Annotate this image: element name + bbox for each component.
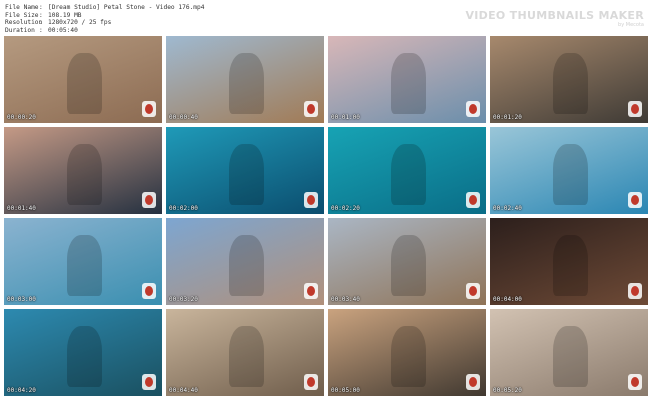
brand-title: VIDEO THUMBNAILS MAKER [465, 9, 644, 22]
thumbnail-timestamp: 00:03:20 [169, 296, 198, 303]
studio-logo-icon [628, 374, 642, 390]
file-info: File Name: [Dream Studio] Petal Stone - V… [5, 4, 204, 34]
thumbnail-frame[interactable]: 00:04:40 [166, 309, 324, 396]
scene-shape [553, 326, 588, 388]
thumbnail-timestamp: 00:04:40 [169, 387, 198, 394]
studio-logo-icon [142, 374, 156, 390]
thumbnail-timestamp: 00:00:40 [169, 114, 198, 121]
scene-shape [229, 53, 264, 115]
thumbnail-frame[interactable]: 00:01:40 [4, 127, 162, 214]
thumbnail-frame[interactable]: 00:05:00 [328, 309, 486, 396]
scene-shape [391, 326, 426, 388]
resolution-row: Resolution:1280x720 / 25 fps [5, 19, 112, 27]
scene-shape [229, 235, 264, 297]
studio-logo-icon [628, 101, 642, 117]
scene-shape [67, 326, 102, 388]
thumbnail-frame[interactable]: 00:04:00 [490, 218, 648, 305]
file-name-row: File Name: [Dream Studio] Petal Stone - V… [5, 4, 205, 11]
thumbnail-frame[interactable]: 00:04:20 [4, 309, 162, 396]
thumbnail-grid: 00:00:20 00:00:40 00:01:00 00:01:20 00:01:40… [4, 36, 648, 396]
brand-watermark: VIDEO THUMBNAILS MAKER by Mecota [465, 9, 644, 28]
scene-shape [391, 144, 426, 206]
studio-logo-icon [304, 101, 318, 117]
thumbnail-timestamp: 00:02:00 [169, 205, 198, 212]
studio-logo-icon [466, 283, 480, 299]
studio-logo-icon [628, 283, 642, 299]
brand-subtitle: by Mecota [618, 22, 644, 28]
scene-shape [229, 144, 264, 206]
file-size-value: 108.19 MB [48, 11, 82, 19]
scene-shape [391, 53, 426, 115]
duration-value: 00:05:40 [48, 26, 78, 34]
resolution-label: Resolution [5, 19, 43, 27]
thumbnail-frame[interactable]: 00:03:20 [166, 218, 324, 305]
studio-logo-icon [142, 283, 156, 299]
thumbnail-frame[interactable]: 00:02:40 [490, 127, 648, 214]
scene-shape [67, 144, 102, 206]
thumbnail-timestamp: 00:03:40 [331, 296, 360, 303]
file-name-label: File Name [5, 4, 39, 11]
thumbnail-frame[interactable]: 00:00:20 [4, 36, 162, 123]
thumbnail-timestamp: 00:01:20 [493, 114, 522, 121]
scene-shape [391, 235, 426, 297]
studio-logo-icon [304, 374, 318, 390]
thumbnail-timestamp: 00:04:00 [493, 296, 522, 303]
file-size-row: File Size:108.19 MB [5, 11, 82, 19]
studio-logo-icon [466, 101, 480, 117]
thumbnail-timestamp: 00:03:00 [7, 296, 36, 303]
file-name-value: [Dream Studio] Petal Stone - Video 176.m… [48, 4, 205, 11]
studio-logo-icon [304, 283, 318, 299]
studio-logo-icon [628, 192, 642, 208]
thumbnail-frame[interactable]: 00:00:40 [166, 36, 324, 123]
studio-logo-icon [142, 101, 156, 117]
thumbnail-frame[interactable]: 00:02:00 [166, 127, 324, 214]
thumbnail-frame[interactable]: 00:02:20 [328, 127, 486, 214]
thumbnail-frame[interactable]: 00:03:00 [4, 218, 162, 305]
thumbnail-frame[interactable]: 00:05:20 [490, 309, 648, 396]
studio-logo-icon [142, 192, 156, 208]
thumbnail-frame[interactable]: 00:03:40 [328, 218, 486, 305]
thumbnail-timestamp: 00:01:00 [331, 114, 360, 121]
thumbnail-timestamp: 00:00:20 [7, 114, 36, 121]
studio-logo-icon [304, 192, 318, 208]
scene-shape [553, 235, 588, 297]
thumbnail-timestamp: 00:05:00 [331, 387, 360, 394]
thumbnail-frame[interactable]: 00:01:20 [490, 36, 648, 123]
thumbnail-timestamp: 00:01:40 [7, 205, 36, 212]
scene-shape [67, 53, 102, 115]
duration-row: Duration:00:05:40 [5, 26, 78, 34]
scene-shape [229, 326, 264, 388]
duration-label: Duration [5, 26, 35, 34]
studio-logo-icon [466, 192, 480, 208]
thumbnail-timestamp: 00:02:20 [331, 205, 360, 212]
scene-shape [553, 144, 588, 206]
thumbnail-frame[interactable]: 00:01:00 [328, 36, 486, 123]
thumbnail-timestamp: 00:02:40 [493, 205, 522, 212]
file-size-label: File Size [5, 11, 39, 19]
thumbnail-timestamp: 00:04:20 [7, 387, 36, 394]
scene-shape [67, 235, 102, 297]
studio-logo-icon [466, 374, 480, 390]
resolution-value: 1280x720 / 25 fps [48, 19, 112, 27]
scene-shape [553, 53, 588, 115]
thumbnail-timestamp: 00:05:20 [493, 387, 522, 394]
